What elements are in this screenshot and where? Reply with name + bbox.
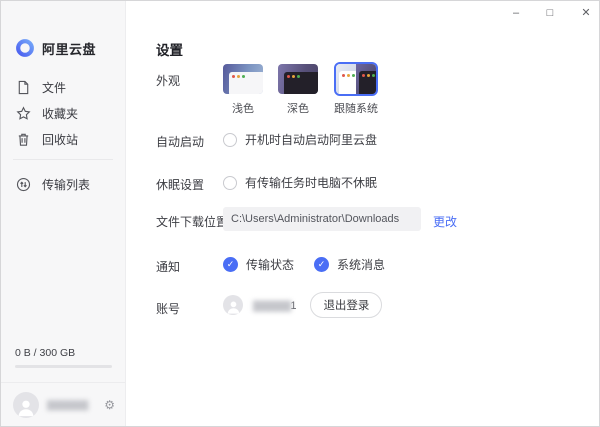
sleep-option-text: 有传输任务时电脑不休眠: [245, 174, 377, 191]
theme-option-light[interactable]: [223, 64, 263, 94]
autostart-checkbox[interactable]: [223, 133, 237, 147]
system-message-checkbox[interactable]: ✓: [314, 257, 329, 272]
account-avatar: [223, 295, 243, 315]
logout-button[interactable]: 退出登录: [310, 292, 382, 318]
account-username-masked: ▇▇▇▇▇: [253, 300, 290, 312]
autostart-row: 开机时自动启动阿里云盘: [223, 131, 377, 148]
account-username: ▇▇▇▇▇1: [253, 299, 296, 312]
sidebar-divider: [13, 159, 113, 160]
sidebar-item-label: 传输列表: [42, 176, 90, 193]
sleep-row: 有传输任务时电脑不休眠: [223, 174, 377, 191]
notifications-row: ✓ 传输状态 ✓ 系统消息: [223, 256, 385, 273]
star-icon: [16, 106, 31, 121]
account-username-suffix: 1: [290, 300, 296, 312]
theme-system-dark-half: [356, 64, 376, 94]
transfer-status-label: 传输状态: [246, 256, 294, 273]
storage-usage-text: 0 B / 300 GB: [15, 347, 75, 359]
sidebar-username-masked: ▇▇▇▇▇▇: [47, 400, 87, 411]
app-window: ‹ › – □ ✕ 阿里云盘: [0, 0, 600, 427]
sidebar-item-label: 文件: [42, 79, 66, 96]
theme-light-preview: [229, 72, 263, 94]
trash-icon: [16, 132, 31, 147]
autostart-label: 自动启动: [156, 133, 204, 150]
system-message-label: 系统消息: [337, 256, 385, 273]
appearance-label: 外观: [156, 72, 180, 89]
transfer-icon: [16, 177, 31, 192]
sleep-checkbox[interactable]: [223, 176, 237, 190]
sleep-label: 休眠设置: [156, 176, 204, 193]
sidebar-bottom-divider: [1, 382, 125, 383]
download-location-label: 文件下载位置: [156, 213, 228, 230]
autostart-option-text: 开机时自动启动阿里云盘: [245, 131, 377, 148]
theme-option-dark-label: 深色: [278, 100, 318, 116]
gear-icon[interactable]: ⚙: [104, 398, 115, 412]
page-title: 设置: [156, 39, 183, 59]
theme-system-light-half: [336, 64, 356, 94]
sidebar-item-recycle-bin[interactable]: 回收站: [1, 126, 126, 152]
sidebar-item-label: 回收站: [42, 131, 78, 148]
app-logo-icon: [15, 38, 35, 58]
download-path-field[interactable]: C:\Users\Administrator\Downloads: [223, 207, 421, 231]
change-path-link[interactable]: 更改: [433, 213, 457, 230]
theme-option-light-label: 浅色: [223, 100, 263, 116]
file-icon: [16, 80, 31, 95]
maximize-button[interactable]: □: [537, 1, 563, 25]
theme-dark-preview: [284, 72, 318, 94]
account-row: ▇▇▇▇▇1 退出登录: [223, 292, 382, 318]
sidebar-item-files[interactable]: 文件: [1, 74, 126, 100]
sidebar: 阿里云盘 文件 收藏夹 回收站: [1, 1, 126, 427]
account-label: 账号: [156, 300, 180, 317]
theme-option-system-label: 跟随系统: [327, 100, 385, 116]
sidebar-item-favorites[interactable]: 收藏夹: [1, 100, 126, 126]
user-avatar: [13, 392, 39, 418]
app-logo-row: 阿里云盘: [15, 38, 96, 58]
notifications-label: 通知: [156, 258, 180, 275]
close-button[interactable]: ✕: [573, 1, 599, 25]
sidebar-item-transfer-list[interactable]: 传输列表: [1, 171, 126, 197]
theme-option-system-selected[interactable]: [334, 62, 378, 96]
storage-progress-bar: [15, 365, 112, 368]
minimize-button[interactable]: –: [503, 1, 529, 25]
theme-option-dark[interactable]: [278, 64, 318, 94]
sidebar-item-label: 收藏夹: [42, 105, 78, 122]
app-name: 阿里云盘: [42, 39, 96, 58]
transfer-status-checkbox[interactable]: ✓: [223, 257, 238, 272]
